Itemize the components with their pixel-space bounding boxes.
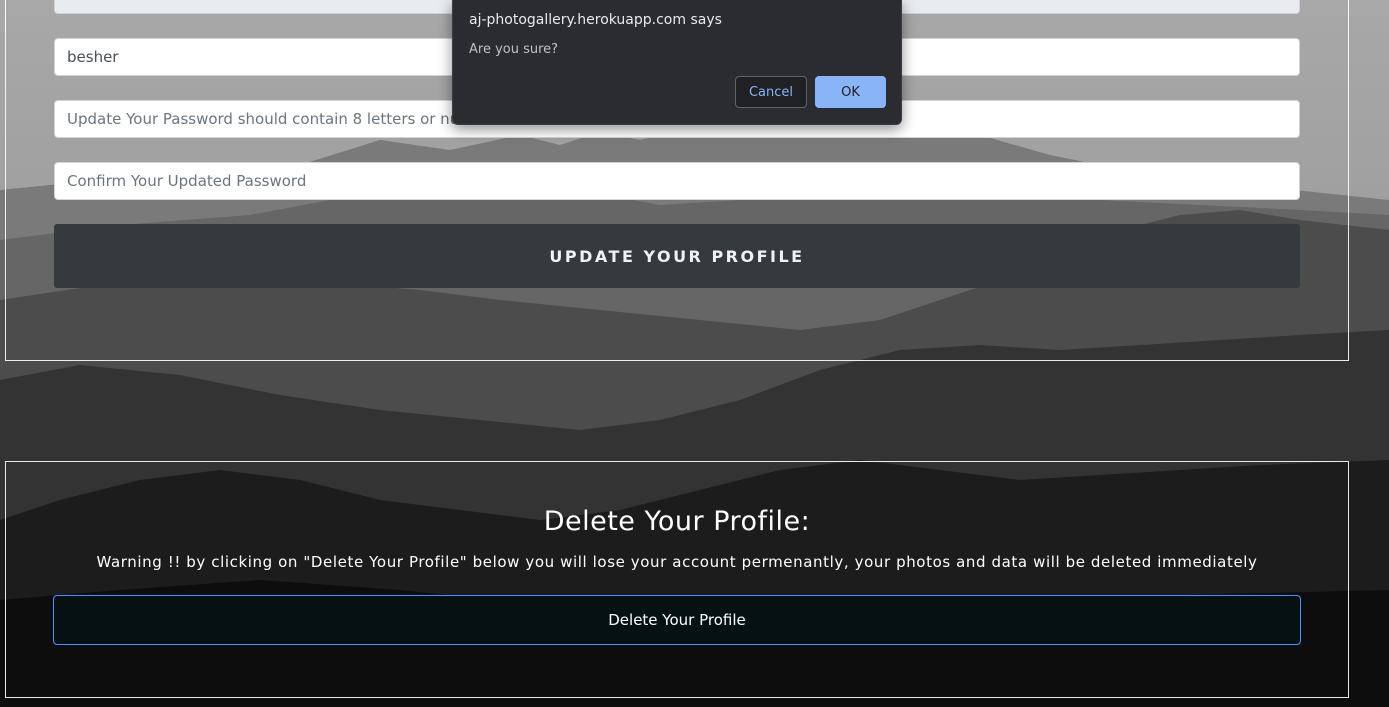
delete-profile-panel [5, 461, 1349, 698]
confirm-dialog: aj-photogallery.herokuapp.com says Are y… [452, 0, 902, 125]
update-profile-button[interactable]: UPDATE YOUR PROFILE [54, 224, 1300, 288]
dialog-ok-button[interactable]: OK [815, 76, 886, 108]
dialog-cancel-button[interactable]: Cancel [735, 76, 807, 108]
delete-warning-text: Warning !! by clicking on "Delete Your P… [96, 553, 1258, 571]
delete-profile-button[interactable]: Delete Your Profile [53, 595, 1301, 645]
dialog-origin-text: aj-photogallery.herokuapp.com says [469, 12, 722, 28]
dialog-message: Are you sure? [469, 42, 559, 57]
confirm-password-field[interactable] [54, 162, 1300, 200]
delete-section-title: Delete Your Profile: [543, 506, 811, 537]
